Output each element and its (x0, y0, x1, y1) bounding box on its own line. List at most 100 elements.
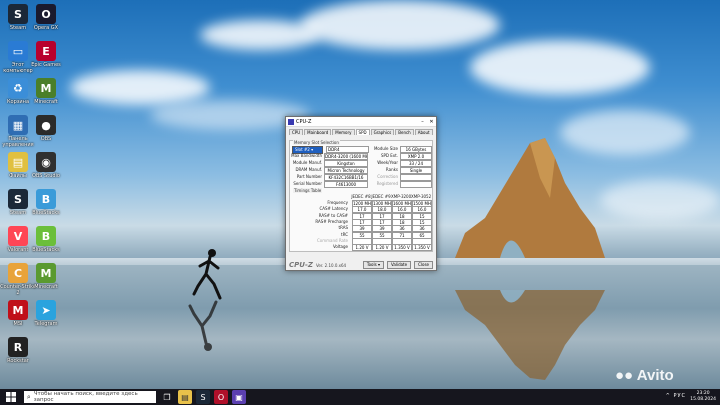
cpuz-version: Ver. 2.10.0.x64 (315, 262, 347, 268)
tab-about[interactable]: About (414, 129, 433, 135)
tab-memory[interactable]: Memory (332, 129, 355, 135)
tab-cpu[interactable]: CPU (289, 129, 304, 135)
ranks: Single (400, 167, 432, 174)
part-number: KF432C16BB1/16 (324, 174, 368, 181)
telegram-icon: ➤ (36, 300, 56, 320)
cpuz-app-icon (288, 118, 294, 125)
cpuz-window[interactable]: CPU-Z – ✕ CPU Mainboard Memory SPD Graphics B… (285, 116, 437, 271)
this-pc-icon: ▭ (8, 41, 28, 61)
close-button[interactable]: Close (414, 261, 433, 269)
rock-arch (455, 138, 605, 258)
avito-logo-icon: ●● (615, 367, 634, 384)
timing-cell: 1.20 V (352, 244, 372, 252)
timing-cell: 1.20 V (372, 244, 392, 252)
tools-button[interactable]: Tools ▾ (362, 261, 384, 269)
chevron-down-icon: ▾ (311, 147, 314, 152)
file-explorer-icon[interactable]: ▤ (178, 390, 192, 404)
cpuz-tabs: CPU Mainboard Memory SPD Graphics Bench About (286, 127, 436, 135)
rockstar-icon: R (8, 337, 28, 357)
timing-header: XMP-3200 (391, 194, 412, 199)
search-placeholder: Чтобы начать поиск, введите здесь запрос (33, 391, 138, 403)
correction-value (400, 174, 432, 181)
task-view-icon[interactable]: ❐ (160, 390, 174, 404)
timing-header: XMP-3052 (411, 194, 432, 199)
tray-language: РУС (673, 393, 686, 399)
steam-2-icon: S (8, 189, 28, 209)
timing-header: JEDEC #8 (351, 194, 371, 199)
desktop-icon-minecraft[interactable]: M Minecraft (28, 76, 64, 116)
spd-panel: Memory Slot Selection Slot #2 ▾ DDR4 Mod… (289, 140, 433, 252)
steam-icon: S (8, 4, 28, 24)
desktop-icon-label: Epic Games (31, 62, 61, 68)
tab-mainboard[interactable]: Mainboard (304, 129, 332, 135)
sea (0, 265, 720, 389)
taskbar-clock[interactable]: 23:20 15.08.2024 (690, 391, 716, 403)
desktop-icon-epic[interactable]: E Epic Games (28, 39, 64, 79)
desktop-icon-minecraft-2[interactable]: M Minecraft (28, 261, 64, 301)
week-year: 33 / 24 (400, 160, 432, 167)
desktop-icon-label: Opera GX (33, 25, 59, 31)
module-manuf: Kingston (324, 160, 368, 167)
cpuz-footer: CPU-Z Ver. 2.10.0.x64 Tools ▾ Validate C… (286, 260, 436, 270)
msi-icon: M (8, 300, 28, 320)
serial-number: F4613000 (324, 181, 368, 188)
close-icon[interactable]: ✕ (427, 119, 436, 125)
slot-group-label: Memory Slot Selection (293, 140, 340, 145)
timing-row-label: RAS# to CAS# (318, 212, 348, 218)
desktop-icon-label: Minecraft (34, 99, 58, 105)
control-panel-icon: ▦ (8, 115, 28, 135)
cloud (70, 70, 210, 105)
timing-row-label: RAS# Precharge (315, 218, 348, 224)
timing-cell: 1.350 V (412, 244, 432, 252)
validate-button[interactable]: Validate (386, 261, 412, 269)
desktop-icon-opera-gx[interactable]: O Opera GX (28, 2, 64, 42)
bluestacks-2-icon: B (36, 226, 56, 246)
timings-group-label: Timings Table (293, 188, 323, 193)
taskbar-steam-icon[interactable]: S (196, 390, 210, 404)
windows-logo-icon (6, 392, 16, 402)
taskbar-opera-icon[interactable]: O (214, 390, 228, 404)
minimize-icon[interactable]: – (418, 119, 427, 125)
avito-watermark: ●● Avito (615, 367, 674, 384)
max-bw-label: Max Bandwidth (291, 153, 322, 158)
avito-watermark-text: Avito (636, 367, 674, 384)
desktop-icon-label: Telegram (34, 321, 58, 327)
module-size: 16 GBytes (400, 146, 432, 153)
cloud (300, 0, 500, 50)
taskbar-search[interactable]: ⌕ Чтобы начать поиск, введите здесь запр… (24, 391, 156, 403)
obs-studio-icon: ◉ (36, 152, 56, 172)
timing-row-label: CAS# Latency (319, 206, 348, 212)
search-icon: ⌕ (26, 392, 31, 401)
bluestacks-icon: B (36, 189, 56, 209)
cpuz-titlebar[interactable]: CPU-Z – ✕ (286, 117, 436, 127)
minecraft-icon: M (36, 78, 56, 98)
tab-spd[interactable]: SPD (355, 129, 370, 135)
desktop-icon-bluestacks-2[interactable]: B BlueStacks (28, 224, 64, 264)
tab-bench[interactable]: Bench (395, 129, 414, 135)
timing-cell: 1.350 V (392, 244, 412, 252)
slot-select-value: Slot #2 (295, 147, 310, 152)
cpuz-brand: CPU-Z (289, 261, 313, 269)
desktop-icon-rockstar[interactable]: R Rockstar (0, 335, 36, 375)
desktop-icon-label: Rockstar (7, 358, 29, 364)
dram-manuf-label: DRAM Manuf. (295, 167, 322, 172)
runner-silhouette (192, 249, 222, 300)
taskbar-cpuz-icon[interactable]: ▣ (232, 390, 246, 404)
taskbar: ⌕ Чтобы начать поиск, введите здесь запр… (0, 389, 720, 405)
cpuz-title: CPU-Z (296, 118, 312, 125)
desktop-icon-label: Minecraft (34, 284, 58, 290)
tools-label: Tools (366, 262, 377, 267)
timing-row-label: tRC (341, 231, 348, 237)
part-number-label: Part Number (296, 174, 322, 179)
start-button[interactable] (4, 390, 18, 404)
tab-graphics[interactable]: Graphics (370, 129, 395, 135)
cloud (470, 40, 650, 95)
registered-value (400, 181, 432, 188)
desktop-icon-bluestacks[interactable]: B BlueStacks (28, 187, 64, 227)
module-size-label: Module Size (373, 146, 398, 151)
desktop-icon-obs-studio[interactable]: ◉ OBS Studio (28, 150, 64, 190)
rock-reflection (455, 290, 605, 380)
desktop-icon-obs[interactable]: ● OBS (28, 113, 64, 153)
system-tray[interactable]: ^ РУС (666, 393, 686, 399)
desktop-icon-telegram[interactable]: ➤ Telegram (28, 298, 64, 338)
